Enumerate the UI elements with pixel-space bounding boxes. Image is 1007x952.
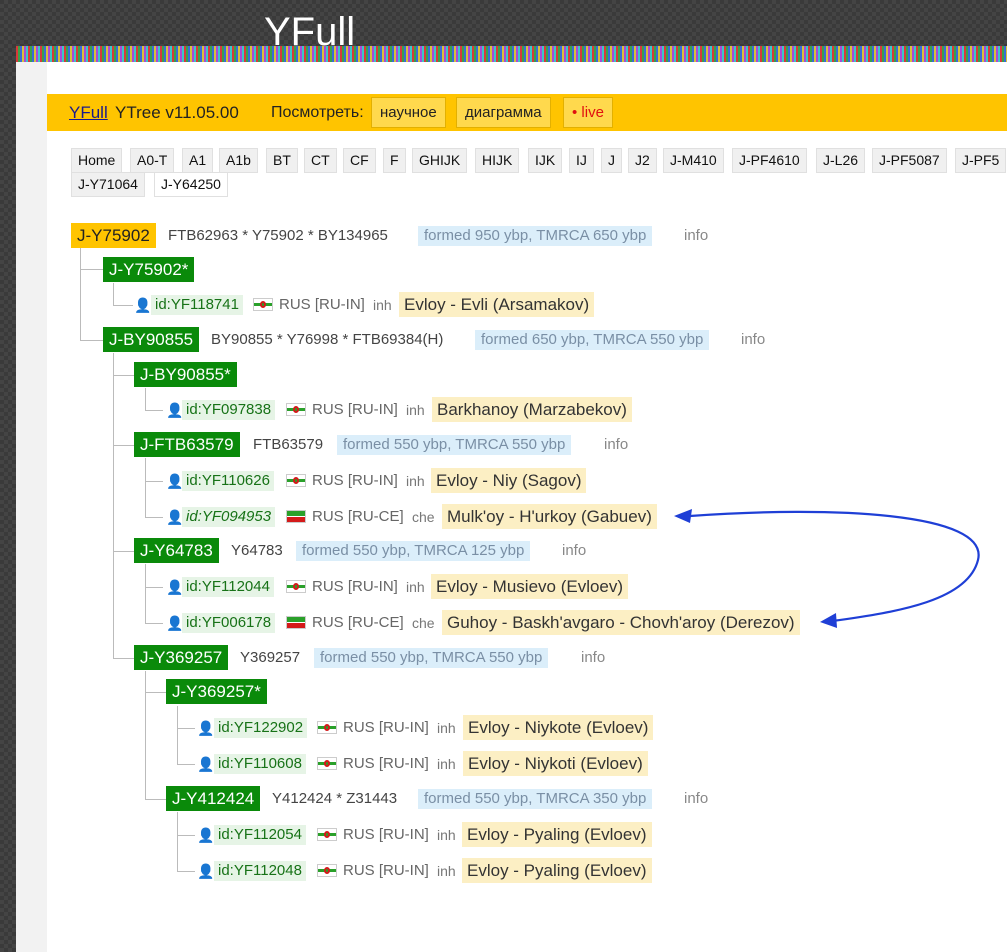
arrowhead-icon bbox=[674, 509, 692, 523]
arrowhead-icon bbox=[820, 613, 837, 628]
arrow-curve bbox=[689, 510, 980, 623]
annotation-arrow bbox=[674, 509, 980, 628]
